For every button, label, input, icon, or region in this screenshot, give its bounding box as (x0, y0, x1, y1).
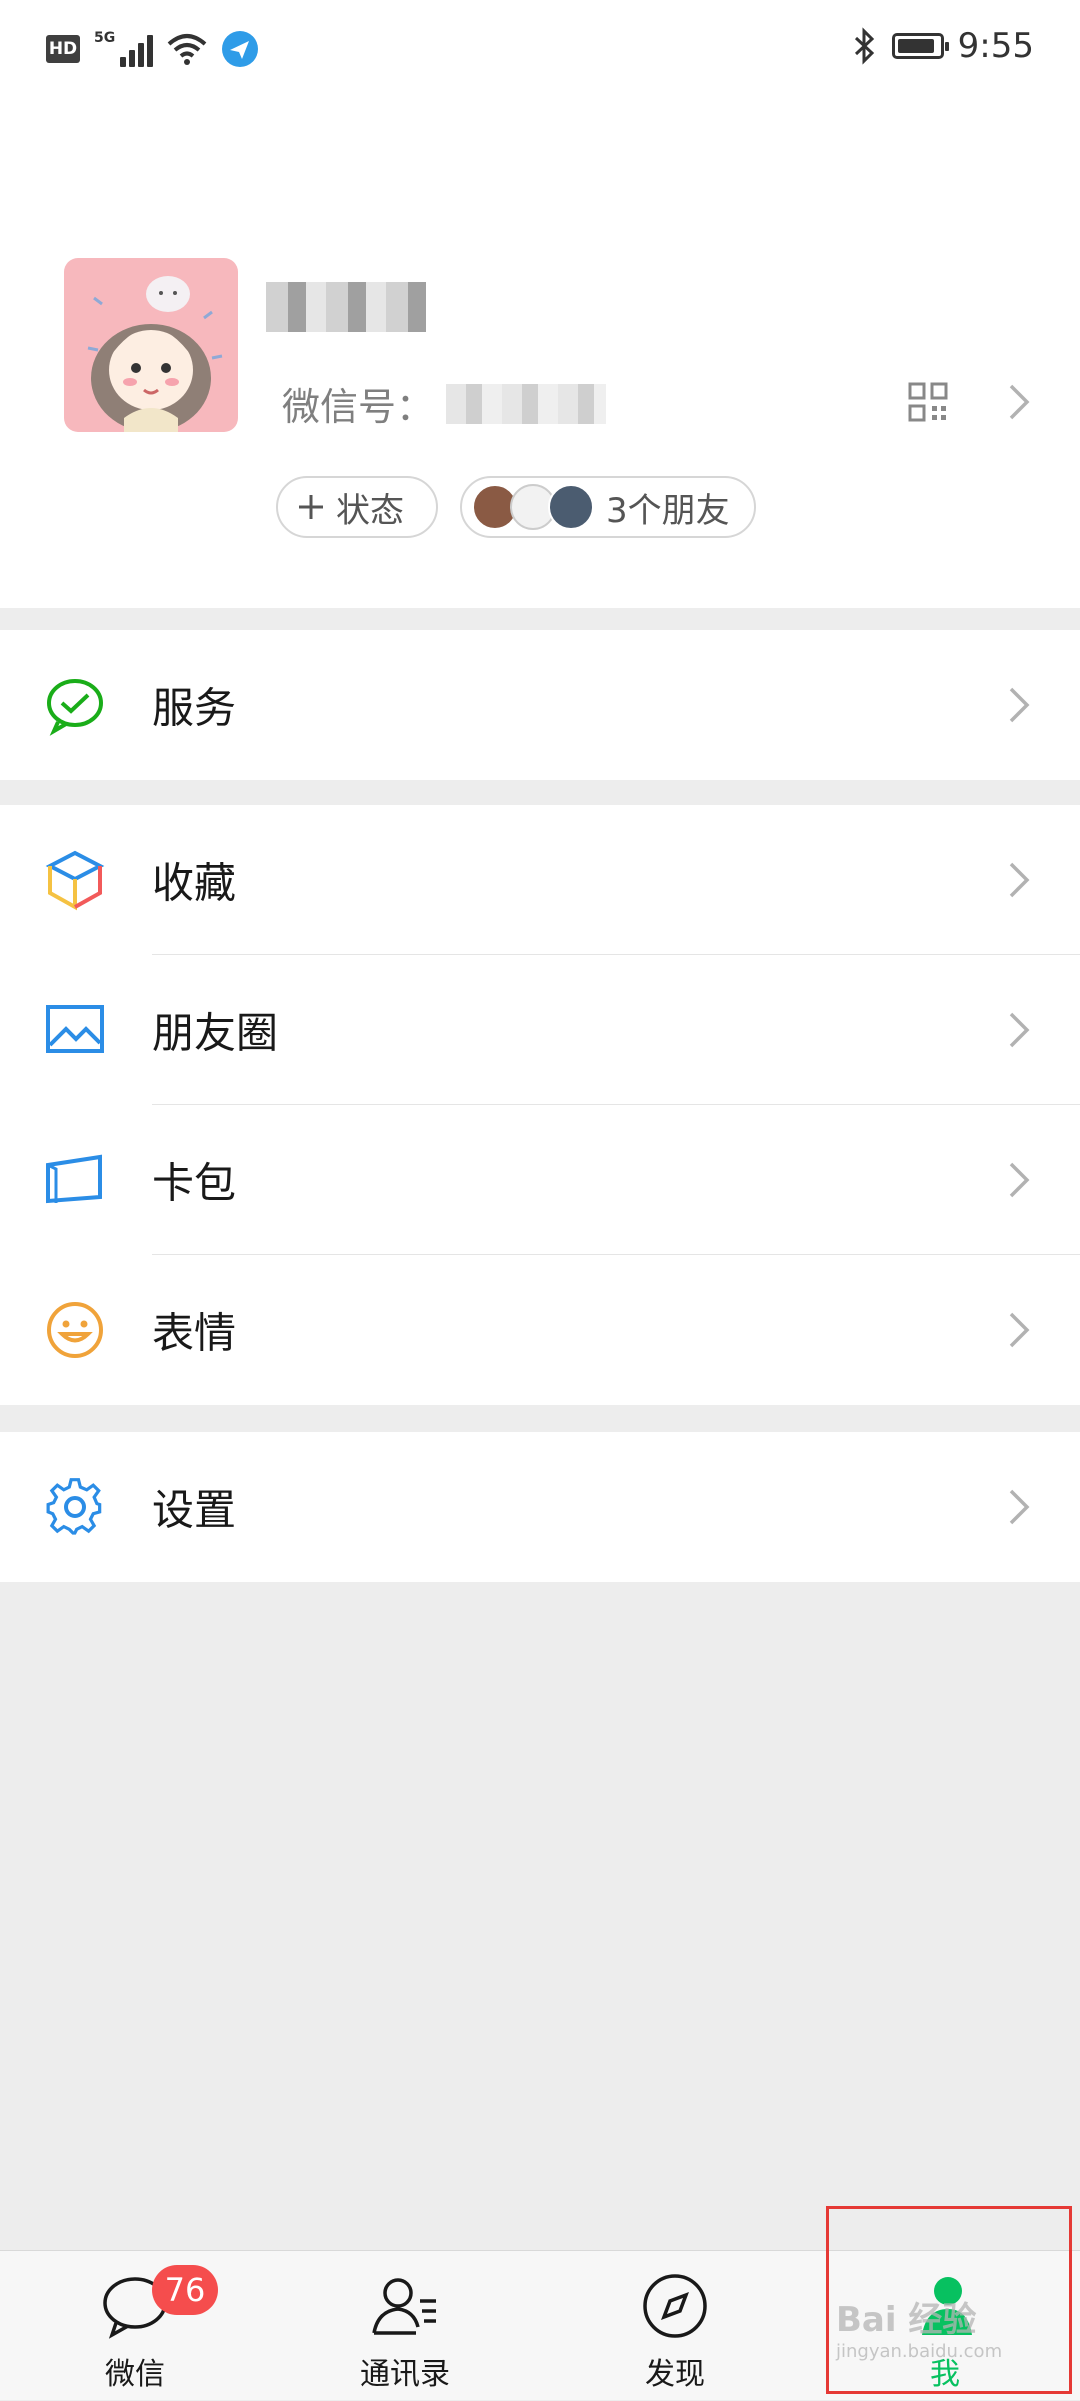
menu-item-stickers[interactable]: 表情 (0, 1255, 1080, 1405)
moments-image-icon (46, 1005, 104, 1053)
menu-label-moments: 朋友圈 (152, 1008, 279, 1058)
status-right: 9:55 (852, 26, 1034, 66)
contacts-icon (372, 2278, 436, 2335)
battery-icon (891, 33, 949, 59)
friends-chip-label: 3个朋友 (606, 490, 730, 531)
battery-level (897, 39, 934, 53)
bluetooth-icon (854, 27, 874, 65)
cellular-signal-icon: 5G (94, 31, 154, 67)
friends-status-chip[interactable]: 3个朋友 (460, 476, 756, 538)
smiley-icon (47, 1302, 103, 1358)
menu-item-moments[interactable]: 朋友圈 (0, 955, 1080, 1105)
gear-icon (46, 1478, 102, 1535)
chevron-right-icon (1009, 1312, 1030, 1348)
menu-item-settings[interactable]: 设置 (0, 1432, 1080, 1582)
friend-avatar (548, 484, 594, 530)
clock: 9:55 (957, 26, 1034, 66)
card-wallet-icon (46, 1154, 102, 1204)
chevron-right-icon[interactable] (1006, 382, 1032, 422)
status-bar: HD 5G 9:55 (0, 0, 1080, 100)
plus-icon (299, 495, 323, 519)
chevron-right-icon (1009, 687, 1030, 723)
tab-contacts[interactable]: 通讯录 (270, 2251, 540, 2401)
menu-group-services: 服务 (0, 630, 1080, 780)
menu-group-main: 收藏 朋友圈 卡包 表情 (0, 805, 1080, 1405)
menu-item-favorites[interactable]: 收藏 (0, 805, 1080, 955)
tab-chats[interactable]: 76 微信 (0, 2251, 270, 2401)
menu-group-settings: 设置 (0, 1432, 1080, 1582)
app-notification-icon (222, 31, 259, 67)
wifi-icon (167, 34, 207, 65)
menu-label-cards: 卡包 (152, 1158, 237, 1208)
chevron-right-icon (1009, 1012, 1030, 1048)
profile-header[interactable]: 微信号： 状态 3个朋友 (0, 100, 1080, 608)
services-icon (47, 679, 103, 736)
hd-indicator: HD (46, 35, 80, 63)
chevron-right-icon (1009, 1162, 1030, 1198)
status-left: HD 5G (46, 30, 259, 68)
unread-badge: 76 (152, 2265, 218, 2315)
qr-code-icon[interactable] (908, 382, 948, 422)
chevron-right-icon (1009, 862, 1030, 898)
tab-label-chats: 微信 (105, 2357, 165, 2392)
annotation-highlight-box (826, 2206, 1072, 2394)
tab-discover[interactable]: 发现 (540, 2251, 810, 2401)
menu-label-stickers: 表情 (152, 1308, 237, 1358)
wechat-id-label: 微信号： (282, 385, 435, 429)
wechat-id-redacted (446, 384, 606, 424)
tab-label-discover: 发现 (645, 2357, 705, 2392)
compass-icon (643, 2274, 707, 2338)
chevron-right-icon (1009, 1489, 1030, 1525)
favorites-cube-icon (45, 850, 105, 911)
user-avatar[interactable] (64, 258, 238, 432)
status-chip-label: 状态 (336, 490, 404, 531)
nickname-redacted (266, 282, 426, 332)
menu-label-favorites: 收藏 (152, 858, 237, 908)
menu-item-services[interactable]: 服务 (0, 630, 1080, 780)
menu-item-cards[interactable]: 卡包 (0, 1105, 1080, 1255)
add-status-button[interactable]: 状态 (276, 476, 438, 538)
menu-label-settings: 设置 (152, 1485, 237, 1535)
menu-label-services: 服务 (152, 683, 237, 733)
tab-label-contacts: 通讯录 (360, 2357, 450, 2392)
